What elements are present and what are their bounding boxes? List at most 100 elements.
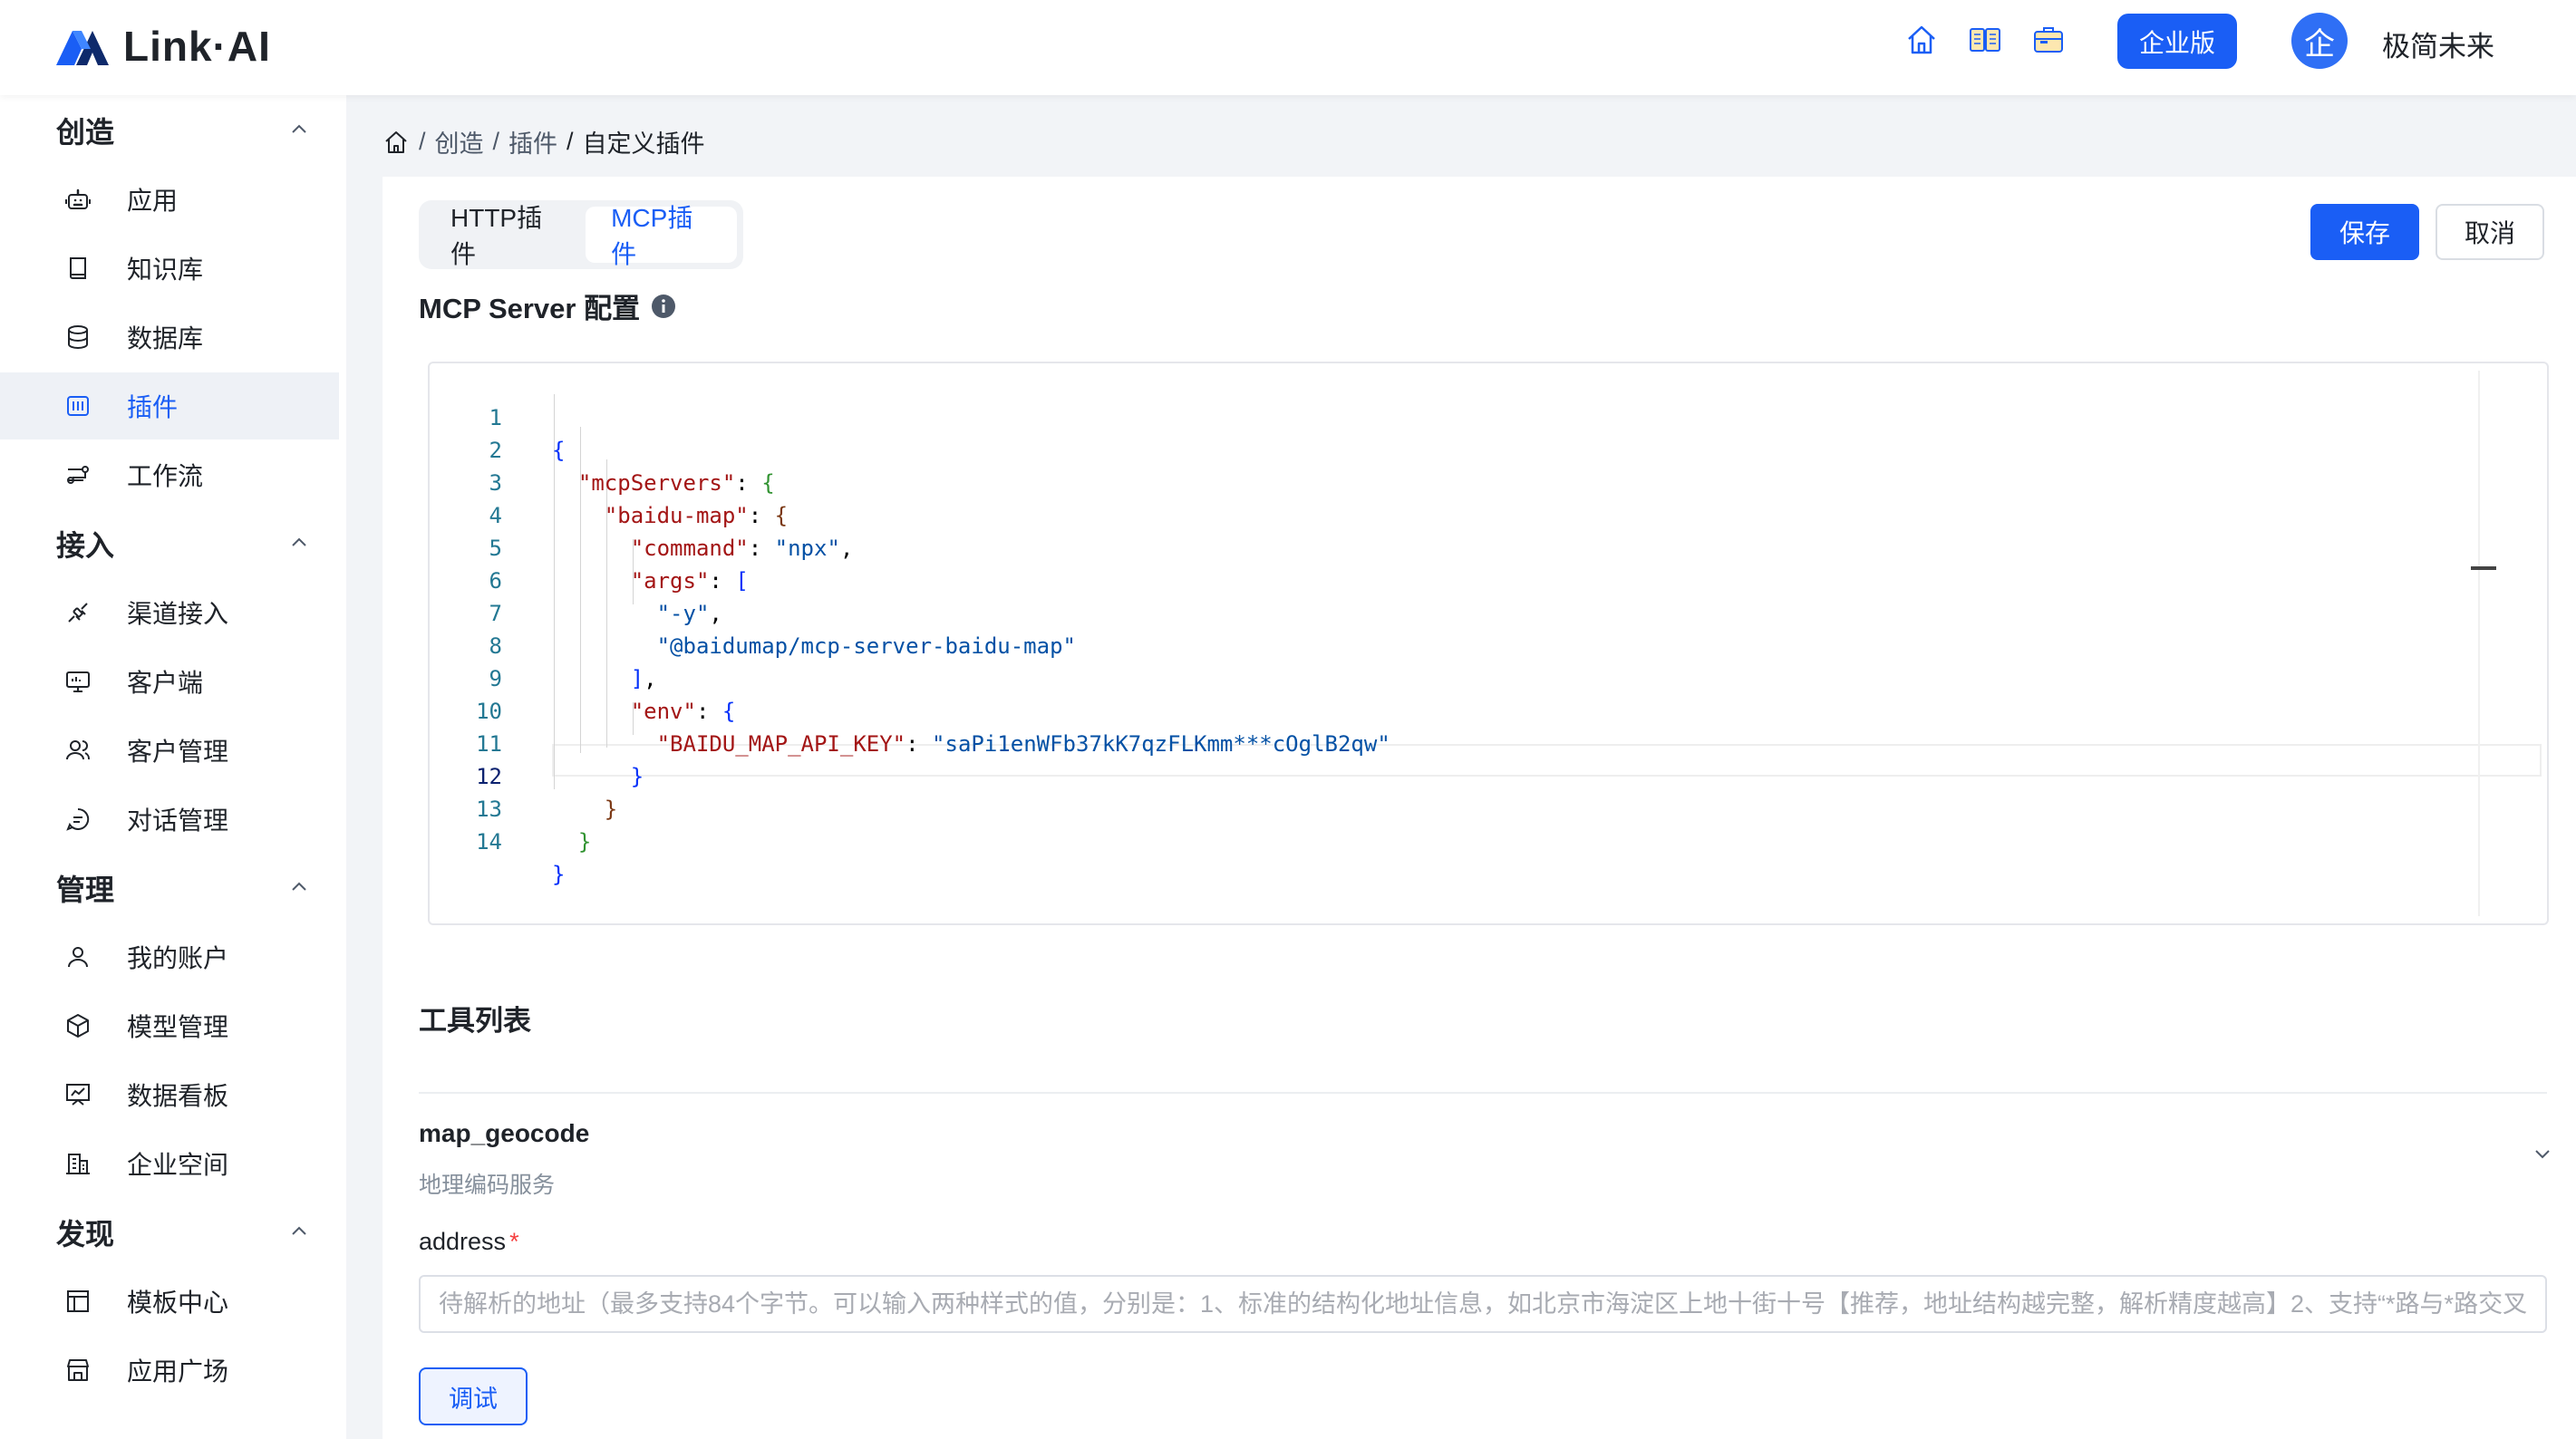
divider [419,1092,2547,1094]
tools-list-title: 工具列表 [419,1005,531,1037]
sidebar-item-label: 企业空间 [127,1151,229,1179]
workflow-icon [67,466,89,484]
header-icon-group [1903,22,2067,58]
mcp-config-title-text: MCP Server 配置 [419,293,641,324]
sidebar-item-dashboard[interactable]: 数据看板 [0,1061,339,1128]
chevron-down-icon[interactable] [2531,1143,2554,1166]
code-line: 14 } [430,793,2542,887]
store-icon [67,1359,89,1381]
database-icon [68,325,88,349]
section-title-access[interactable]: 接入 [56,523,114,565]
sidebar-item-knowledge[interactable]: 知识库 [0,235,339,302]
editor-scroll-indicator[interactable] [2471,566,2496,570]
tab-mcp-plugin[interactable]: MCP插件 [586,204,737,268]
sidebar-item-templates[interactable]: 模板中心 [0,1268,339,1335]
code-line: 8 ], [430,597,2542,691]
sidebar-item-label: 知识库 [127,256,204,284]
chart-board-icon [66,1084,90,1106]
sidebar-item-label: 应用 [127,187,179,215]
chevron-up-icon[interactable] [288,532,310,554]
sidebar-item-label: 数据看板 [127,1082,229,1110]
code-line: 2 "mcpServers": { [430,401,2542,496]
briefcase-icon[interactable] [2030,22,2067,58]
chevron-up-icon[interactable] [288,876,310,898]
sidebar-item-customers[interactable]: 客户管理 [0,717,339,784]
field-label-address: address * [419,1228,519,1256]
home-icon[interactable] [1903,22,1940,58]
sidebar: 创造 应用 知识库 数据库 插件 工作流 接入 渠道接入 客户端 客户管理 对话… [0,95,339,1439]
sidebar-item-database[interactable]: 数据库 [0,304,339,371]
line-number: 14 [476,829,502,855]
logo[interactable]: Link·AI [54,22,271,71]
book-icon[interactable] [1967,22,2003,58]
editor-scrollbar[interactable] [2478,371,2480,916]
code-line: 13 } [430,760,2542,855]
sidebar-item-workspace[interactable]: 企业空间 [0,1130,339,1197]
code-line: 6 "-y", [430,532,2542,626]
sidebar-item-label: 我的账户 [127,944,229,972]
sidebar-item-label: 对话管理 [127,806,229,835]
sidebar-item-label: 工作流 [127,462,204,490]
code-text: } [552,862,566,887]
code-editor[interactable]: 1 { 2 "mcpServers": { 3 "baidu-map": { 4… [428,362,2549,925]
mcp-config-title: MCP Server 配置 [419,285,676,326]
breadcrumb-item-plugins[interactable]: 插件 [508,124,557,159]
user-name[interactable]: 极简未来 [2382,24,2494,64]
home-icon[interactable] [383,129,410,156]
save-button[interactable]: 保存 [2310,204,2419,260]
required-mark: * [509,1228,519,1255]
breadcrumb-current: 自定义插件 [582,130,705,158]
building-icon [66,1154,90,1174]
book-icon [70,257,86,279]
tab-http-plugin[interactable]: HTTP插件 [425,204,586,268]
section-title-create[interactable]: 创造 [56,110,114,151]
code-line: 1 { [430,369,2542,463]
section-title-discover[interactable]: 发现 [56,1212,114,1253]
sidebar-item-channels[interactable]: 渠道接入 [0,579,339,646]
code-line: 11 } [430,695,2542,789]
sidebar-item-models[interactable]: 模型管理 [0,992,339,1059]
code-line: 3 "baidu-map": { [430,434,2542,528]
sidebar-item-workflow[interactable]: 工作流 [0,441,339,508]
sidebar-item-app-store[interactable]: 应用广场 [0,1337,339,1404]
monitor-icon [66,671,90,692]
address-input[interactable] [419,1275,2547,1333]
sidebar-item-apps[interactable]: 应用 [0,166,339,233]
breadcrumb-separator: / [567,128,574,155]
section-title-manage[interactable]: 管理 [56,867,114,909]
users-icon [66,740,90,760]
breadcrumb-separator: / [419,128,426,155]
sidebar-item-plugins[interactable]: 插件 [0,372,339,439]
sidebar-item-label: 渠道接入 [127,600,229,628]
main-area: / 创造 / 插件 / 自定义插件 HTTP插件 MCP插件 保存 取消 MCP… [346,95,2576,1439]
chevron-up-icon[interactable] [288,119,310,140]
top-header: Link·AI 企业版 企 极简未来 [0,0,2576,95]
sidebar-item-label: 模板中心 [127,1289,229,1317]
tool-name[interactable]: map_geocode [419,1119,589,1148]
robot-icon [65,188,91,209]
cancel-button[interactable]: 取消 [2436,204,2544,260]
chevron-up-icon[interactable] [288,1221,310,1242]
tool-description: 地理编码服务 [419,1173,556,1198]
code-line: 5 "args": [ [430,499,2542,594]
code-line: 10 "BAIDU_MAP_API_KEY": "saPi1enWFb37kK7… [430,662,2542,757]
breadcrumb-item-create[interactable]: 创造 [435,124,484,159]
info-icon[interactable] [651,294,676,319]
plug-icon [68,603,88,623]
avatar[interactable]: 企 [2291,13,2348,69]
debug-button[interactable]: 调试 [419,1367,528,1425]
logo-text: Link·AI [123,23,271,70]
enterprise-button[interactable]: 企业版 [2117,14,2237,69]
field-label-text: address [419,1228,507,1255]
sidebar-item-label: 插件 [127,393,179,421]
plugin-icon [67,396,89,416]
sidebar-item-clients[interactable]: 客户端 [0,648,339,715]
sidebar-item-label: 客户端 [127,669,204,697]
breadcrumb-separator: / [492,128,500,155]
sidebar-item-conversations[interactable]: 对话管理 [0,786,339,853]
template-icon [67,1290,89,1312]
sidebar-item-account[interactable]: 我的账户 [0,923,339,990]
logo-mark-icon [56,31,109,65]
code-text: } [577,829,592,855]
code-line: 4 "command": "npx", [430,467,2542,561]
